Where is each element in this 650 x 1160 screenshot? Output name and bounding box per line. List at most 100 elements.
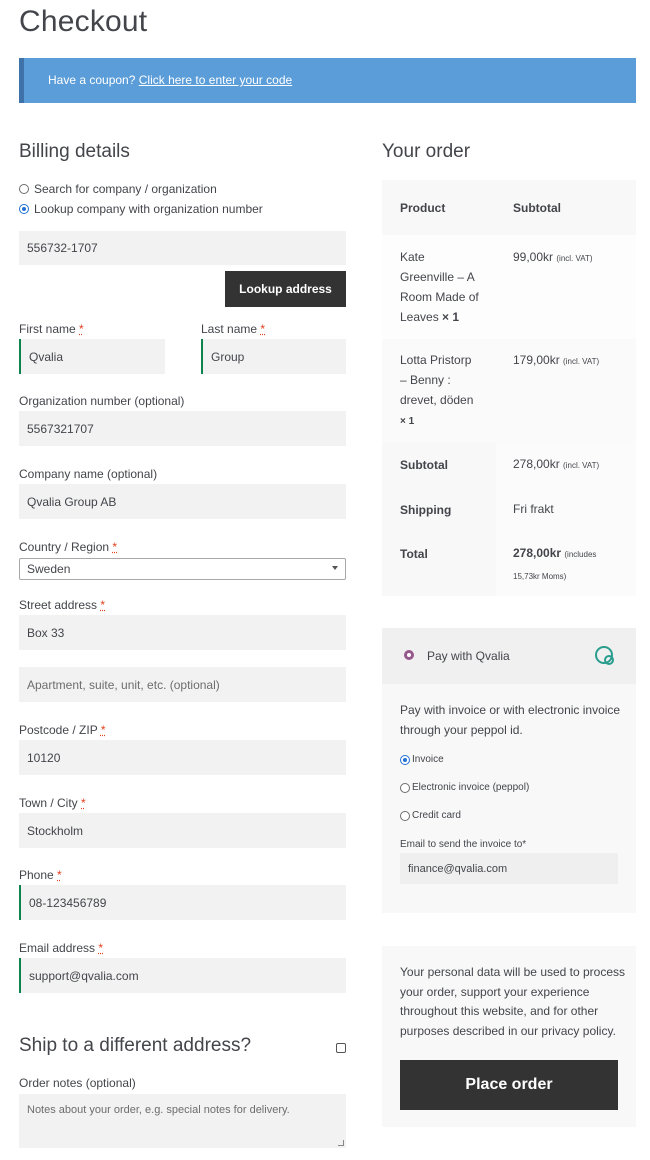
total-amount: 278,00kr xyxy=(513,546,562,560)
coupon-link[interactable]: Click here to enter your code xyxy=(139,73,292,87)
first-name-input[interactable]: Qvalia xyxy=(19,339,165,374)
radio-label: Electronic invoice (peppol) xyxy=(412,782,530,793)
required-mark: * xyxy=(260,322,266,336)
invoice-email-input[interactable]: finance@qvalia.com xyxy=(400,853,618,884)
city-input[interactable]: Stockholm xyxy=(19,813,346,848)
order-notes-placeholder: Notes about your order, e.g. special not… xyxy=(27,1104,290,1116)
postcode-input[interactable]: 10120 xyxy=(19,740,346,775)
page-title: Checkout xyxy=(19,5,148,38)
order-notes-label: Order notes (optional) xyxy=(19,1076,136,1090)
item-vat: (incl. VAT) xyxy=(563,357,600,366)
item-2-price: 179,00kr (incl. VAT) xyxy=(513,350,599,372)
email-input[interactable]: support@qvalia.com xyxy=(19,958,346,993)
label-text: Postcode / ZIP xyxy=(19,723,98,737)
radio-lookup-company[interactable]: Lookup company with organization number xyxy=(19,202,263,216)
ship-different-checkbox[interactable] xyxy=(336,1043,346,1053)
radio-button[interactable] xyxy=(400,754,410,765)
option-einvoice[interactable]: Electronic invoice (peppol) xyxy=(400,782,529,793)
item-name-line: – Benny : xyxy=(400,373,451,387)
radio-label: Invoice xyxy=(412,754,444,765)
city-label: Town / City * xyxy=(19,796,86,810)
privacy-line: throughout this website, and for other xyxy=(400,1004,599,1018)
required-mark: * xyxy=(112,540,118,554)
street-input[interactable]: Box 33 xyxy=(19,615,346,650)
subtotal-amount: 278,00kr xyxy=(513,457,560,471)
item-name-line: Leaves × 1 xyxy=(400,307,500,327)
payment-description: Pay with invoice or with electronic invo… xyxy=(400,700,620,740)
privacy-policy-link[interactable]: privacy policy xyxy=(541,1024,612,1038)
total-label: Total xyxy=(400,547,428,561)
radio-label: Lookup company with organization number xyxy=(34,202,263,216)
place-order-button[interactable]: Place order xyxy=(400,1060,618,1110)
required-mark: * xyxy=(100,723,106,737)
country-value: Sweden xyxy=(27,562,71,576)
label-text: Last name xyxy=(201,322,258,336)
org-number-input[interactable]: 5567321707 xyxy=(19,411,346,446)
desc-line: Pay with invoice or with electronic invo… xyxy=(400,703,621,717)
resize-handle-icon[interactable] xyxy=(338,1140,344,1146)
email-label: Email address * xyxy=(19,941,103,955)
total-value: 278,00kr (includes 15,73kr Moms) xyxy=(513,543,596,587)
item-price: 179,00kr xyxy=(513,353,560,367)
col-product: Product xyxy=(400,201,446,215)
ship-different-title: Ship to a different address? xyxy=(19,1035,252,1056)
total-tax: 15,73kr Moms) xyxy=(513,572,567,581)
item-name-line: Lotta Pristorp xyxy=(400,353,472,367)
label-text: First name xyxy=(19,322,76,336)
privacy-line: purposes described in our privacy policy… xyxy=(400,1022,630,1042)
payment-method-label[interactable]: Pay with Qvalia xyxy=(427,646,510,666)
total-note: (includes xyxy=(564,550,597,559)
item-name-line: × 1 xyxy=(400,410,500,432)
country-label: Country / Region * xyxy=(19,540,117,554)
item-2-name: Lotta Pristorp – Benny : drevet, döden ×… xyxy=(400,350,500,432)
label-text: Street address xyxy=(19,598,98,612)
last-name-input[interactable]: Group xyxy=(201,339,346,374)
required-mark: * xyxy=(79,322,84,336)
payment-radio[interactable] xyxy=(404,650,414,660)
item-1-price: 99,00kr (incl. VAT) xyxy=(513,247,593,269)
item-qty: × 1 xyxy=(442,310,460,324)
street2-input[interactable]: Apartment, suite, unit, etc. (optional) xyxy=(19,667,346,702)
company-label: Company name (optional) xyxy=(19,467,158,481)
item-name-line: Kate xyxy=(400,250,425,264)
required-mark: * xyxy=(98,941,104,955)
order-notes-input[interactable]: Notes about your order, e.g. special not… xyxy=(19,1094,346,1148)
radio-search-company[interactable]: Search for company / organization xyxy=(19,182,217,196)
radio-button[interactable] xyxy=(400,810,410,821)
org-number-label: Organization number (optional) xyxy=(19,394,185,408)
item-name-line: Greenville – A xyxy=(400,270,475,284)
org-lookup-input[interactable]: 556732-1707 xyxy=(19,231,346,265)
street-label: Street address * xyxy=(19,598,105,612)
phone-input[interactable]: 08-123456789 xyxy=(19,885,346,920)
first-name-label: First name * xyxy=(19,322,84,336)
privacy-line: your order, support your experience xyxy=(400,984,590,999)
privacy-suffix: . xyxy=(612,1023,616,1038)
coupon-prefix: Have a coupon? xyxy=(48,73,136,87)
company-input[interactable]: Qvalia Group AB xyxy=(19,484,346,519)
option-credit-card[interactable]: Credit card xyxy=(400,810,461,821)
radio-button[interactable] xyxy=(400,782,410,793)
chevron-down-icon xyxy=(332,566,338,570)
subtotal-label: Subtotal xyxy=(400,458,448,472)
radio-button[interactable] xyxy=(19,184,29,194)
qvalia-logo-icon xyxy=(595,646,614,665)
shipping-value: Fri frakt xyxy=(513,502,554,516)
radio-button[interactable] xyxy=(19,204,29,214)
col-subtotal: Subtotal xyxy=(513,201,561,215)
desc-line: through your peppol id. xyxy=(400,723,523,737)
option-invoice[interactable]: Invoice xyxy=(400,754,444,765)
required-mark: * xyxy=(100,598,106,612)
shipping-label: Shipping xyxy=(400,503,452,517)
lookup-address-button[interactable]: Lookup address xyxy=(225,271,346,307)
phone-label: Phone * xyxy=(19,868,62,882)
radio-label: Search for company / organization xyxy=(34,182,217,196)
label-text: Phone xyxy=(19,868,54,882)
order-title: Your order xyxy=(382,141,471,162)
invoice-email-label: Email to send the invoice to* xyxy=(400,839,527,850)
privacy-text: Your personal data will be used to proce… xyxy=(400,963,630,1041)
radio-label: Credit card xyxy=(412,810,461,821)
country-select[interactable]: Sweden xyxy=(19,558,346,580)
subtotal-value: 278,00kr (incl. VAT) xyxy=(513,454,599,476)
item-name-line: drevet, döden xyxy=(400,393,474,407)
item-vat: (incl. VAT) xyxy=(556,254,593,263)
